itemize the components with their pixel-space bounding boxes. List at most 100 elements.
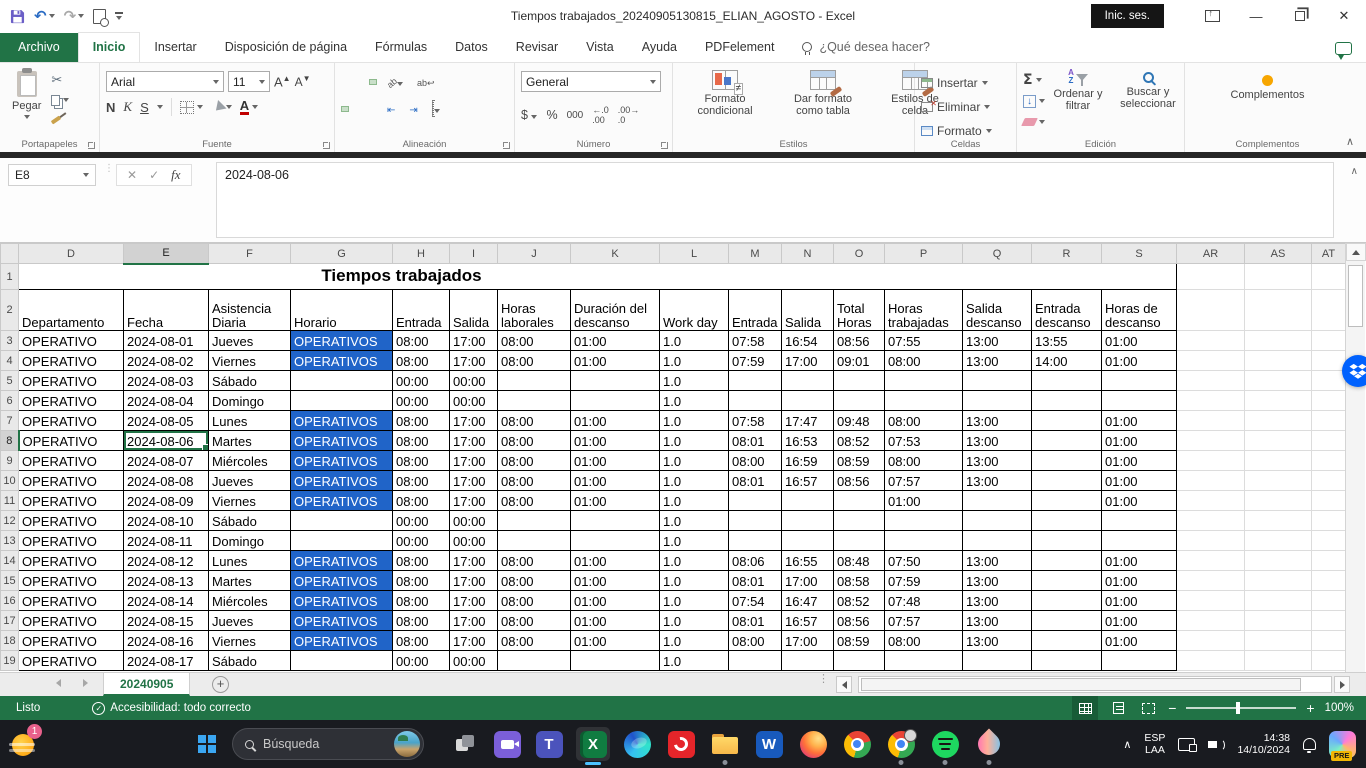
column-header-AT[interactable]: AT: [1311, 243, 1346, 264]
cell-M17[interactable]: 08:01: [728, 610, 782, 631]
cell-O7[interactable]: 09:48: [833, 410, 885, 431]
merge-center-button[interactable]: [428, 98, 444, 119]
cell-H10[interactable]: 08:00: [392, 470, 450, 491]
cell-I10[interactable]: 17:00: [449, 470, 498, 491]
cell-K16[interactable]: 01:00: [570, 590, 660, 611]
cell-R7[interactable]: [1031, 410, 1102, 431]
cell-S16[interactable]: 01:00: [1101, 590, 1177, 611]
cell-P4[interactable]: 08:00: [884, 350, 963, 371]
cell-E12[interactable]: 2024-08-10: [123, 510, 209, 531]
cut-button[interactable]: ✂: [51, 72, 69, 88]
cell-I11[interactable]: 17:00: [449, 490, 498, 511]
cell-P7[interactable]: 08:00: [884, 410, 963, 431]
cell-E17[interactable]: 2024-08-15: [123, 610, 209, 631]
cell-E13[interactable]: 2024-08-11: [123, 530, 209, 551]
cell-G17[interactable]: OPERATIVOS: [290, 610, 393, 631]
cell[interactable]: [1311, 530, 1346, 551]
ribbon-tab-ayuda[interactable]: Ayuda: [628, 33, 691, 62]
cell-L12[interactable]: 1.0: [659, 510, 729, 531]
cell-F16[interactable]: Miércoles: [208, 590, 291, 611]
cell-M13[interactable]: [728, 530, 782, 551]
fill-color-button[interactable]: [207, 99, 232, 119]
cell-N14[interactable]: 16:55: [781, 550, 834, 571]
table-header-cell[interactable]: Salida: [449, 289, 498, 331]
cell-D9[interactable]: OPERATIVO: [18, 450, 124, 471]
scroll-up-icon[interactable]: [1346, 243, 1366, 261]
row-header-10[interactable]: 10: [0, 470, 19, 491]
cell-L16[interactable]: 1.0: [659, 590, 729, 611]
cell-R4[interactable]: 14:00: [1031, 350, 1102, 371]
cell-R8[interactable]: [1031, 430, 1102, 451]
cell-Q7[interactable]: 13:00: [962, 410, 1032, 431]
increase-indent-button[interactable]: ⇥: [405, 98, 421, 119]
cell-F17[interactable]: Jueves: [208, 610, 291, 631]
row-header-6[interactable]: 6: [0, 390, 19, 411]
cell[interactable]: [1311, 450, 1346, 471]
zoom-level[interactable]: 100%: [1325, 702, 1354, 714]
cell[interactable]: [1244, 650, 1312, 671]
cell-K18[interactable]: 01:00: [570, 630, 660, 651]
cell-O8[interactable]: 08:52: [833, 430, 885, 451]
insert-cells-button[interactable]: Insertar: [921, 73, 992, 92]
ribbon-tab-f-rmulas[interactable]: Fórmulas: [361, 33, 441, 62]
column-header-O[interactable]: O: [833, 243, 885, 264]
cell-K15[interactable]: 01:00: [570, 570, 660, 591]
page-layout-view-button[interactable]: [1108, 700, 1128, 716]
cancel-entry-icon[interactable]: ✕: [127, 168, 137, 182]
cell-J6[interactable]: [497, 390, 571, 411]
cell-F3[interactable]: Jueves: [208, 330, 291, 351]
cell-H9[interactable]: 08:00: [392, 450, 450, 471]
cell-M14[interactable]: 08:06: [728, 550, 782, 571]
cell-J11[interactable]: 08:00: [497, 490, 571, 511]
cell-F5[interactable]: Sábado: [208, 370, 291, 391]
cell-N17[interactable]: 16:57: [781, 610, 834, 631]
cell-P10[interactable]: 07:57: [884, 470, 963, 491]
formula-input[interactable]: 2024-08-06: [216, 162, 1334, 238]
cell-I7[interactable]: 17:00: [449, 410, 498, 431]
cell-S4[interactable]: 01:00: [1101, 350, 1177, 371]
cell[interactable]: [1176, 590, 1245, 611]
find-select-button[interactable]: Buscar y seleccionar: [1111, 67, 1185, 112]
cell[interactable]: [1176, 370, 1245, 391]
cell-J17[interactable]: 08:00: [497, 610, 571, 631]
teams-app-icon[interactable]: T: [532, 727, 566, 761]
sort-filter-button[interactable]: AZ Ordenar y filtrar: [1045, 67, 1111, 114]
font-name-select[interactable]: Arial: [106, 71, 224, 92]
cell-D19[interactable]: OPERATIVO: [18, 650, 124, 671]
zoom-in-button[interactable]: +: [1306, 700, 1314, 716]
start-button[interactable]: [190, 727, 224, 761]
cell-N16[interactable]: 16:47: [781, 590, 834, 611]
tell-me-box[interactable]: ¿Qué desea hacer?: [802, 40, 930, 62]
cell-L8[interactable]: 1.0: [659, 430, 729, 451]
cell-Q9[interactable]: 13:00: [962, 450, 1032, 471]
cell-K11[interactable]: 01:00: [570, 490, 660, 511]
row-header-3[interactable]: 3: [0, 330, 19, 351]
cell-J4[interactable]: 08:00: [497, 350, 571, 371]
font-dialog-launcher-icon[interactable]: [323, 142, 330, 149]
ribbon-tab-disposici-n-de-p-gina[interactable]: Disposición de página: [211, 33, 361, 62]
horizontal-scrollbar[interactable]: [858, 676, 1332, 693]
minimize-button[interactable]: —: [1234, 0, 1278, 32]
cell-E7[interactable]: 2024-08-05: [123, 410, 209, 431]
dropbox-icon[interactable]: [1342, 355, 1366, 387]
table-header-cell[interactable]: Salida descanso: [962, 289, 1032, 331]
cell-L4[interactable]: 1.0: [659, 350, 729, 371]
clear-button[interactable]: [1021, 114, 1045, 130]
cell-D15[interactable]: OPERATIVO: [18, 570, 124, 591]
increase-font-icon[interactable]: A▲: [274, 74, 291, 89]
cell-G13[interactable]: [290, 530, 393, 551]
undo-button[interactable]: ↶: [34, 7, 55, 25]
cell-I12[interactable]: 00:00: [449, 510, 498, 531]
cell-N4[interactable]: 17:00: [781, 350, 834, 371]
cell-P5[interactable]: [884, 370, 963, 391]
cell-K17[interactable]: 01:00: [570, 610, 660, 631]
cell-G11[interactable]: OPERATIVOS: [290, 490, 393, 511]
cell-L17[interactable]: 1.0: [659, 610, 729, 631]
cell-I17[interactable]: 17:00: [449, 610, 498, 631]
cell-I9[interactable]: 17:00: [449, 450, 498, 471]
cell[interactable]: [1244, 330, 1312, 351]
clipboard-dialog-launcher-icon[interactable]: [88, 142, 95, 149]
cell-S5[interactable]: [1101, 370, 1177, 391]
cell-L6[interactable]: 1.0: [659, 390, 729, 411]
cell-L5[interactable]: 1.0: [659, 370, 729, 391]
